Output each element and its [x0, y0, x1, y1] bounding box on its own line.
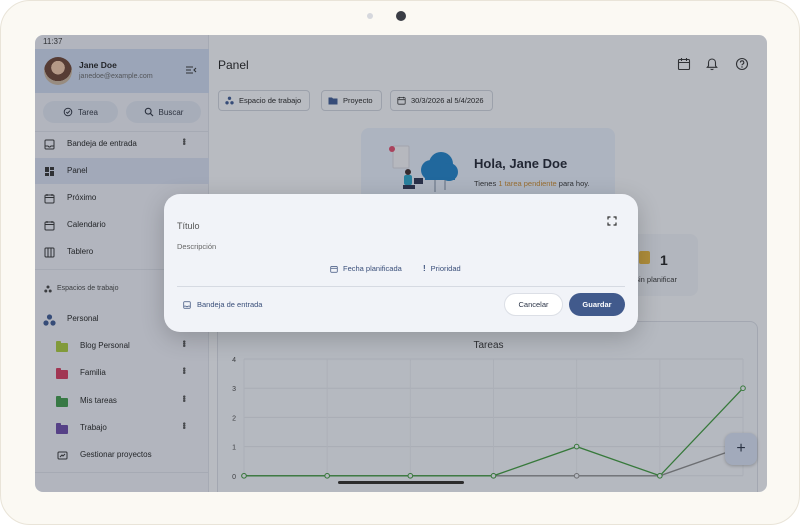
priority-label: Prioridad: [430, 264, 461, 273]
planned-date-label: Fecha planificada: [343, 264, 402, 273]
fullscreen-icon[interactable]: [607, 216, 617, 226]
priority-icon: !: [423, 264, 426, 273]
description-input[interactable]: Descripción: [177, 242, 216, 251]
cancel-button[interactable]: Cancelar: [504, 293, 563, 316]
dialog-divider: [177, 286, 625, 287]
calendar-icon: [330, 265, 338, 273]
save-button[interactable]: Guardar: [569, 293, 625, 316]
inbox-selector[interactable]: Bandeja de entrada: [183, 300, 262, 309]
inbox-selector-label: Bandeja de entrada: [197, 300, 263, 309]
home-indicator[interactable]: [338, 481, 464, 484]
priority-button[interactable]: ! Prioridad: [423, 264, 461, 273]
new-task-dialog: Título Descripción Fecha planificada ! P…: [164, 194, 638, 332]
planned-date-button[interactable]: Fecha planificada: [330, 264, 402, 273]
title-input[interactable]: Título: [177, 221, 200, 231]
tablet-frame: Jane Doe janedoe@example.com Tarea Busca…: [0, 0, 800, 525]
inbox-icon: [183, 300, 191, 309]
camera-lens: [396, 11, 406, 21]
screen: Jane Doe janedoe@example.com Tarea Busca…: [35, 35, 767, 492]
sensor-dot: [367, 13, 373, 19]
